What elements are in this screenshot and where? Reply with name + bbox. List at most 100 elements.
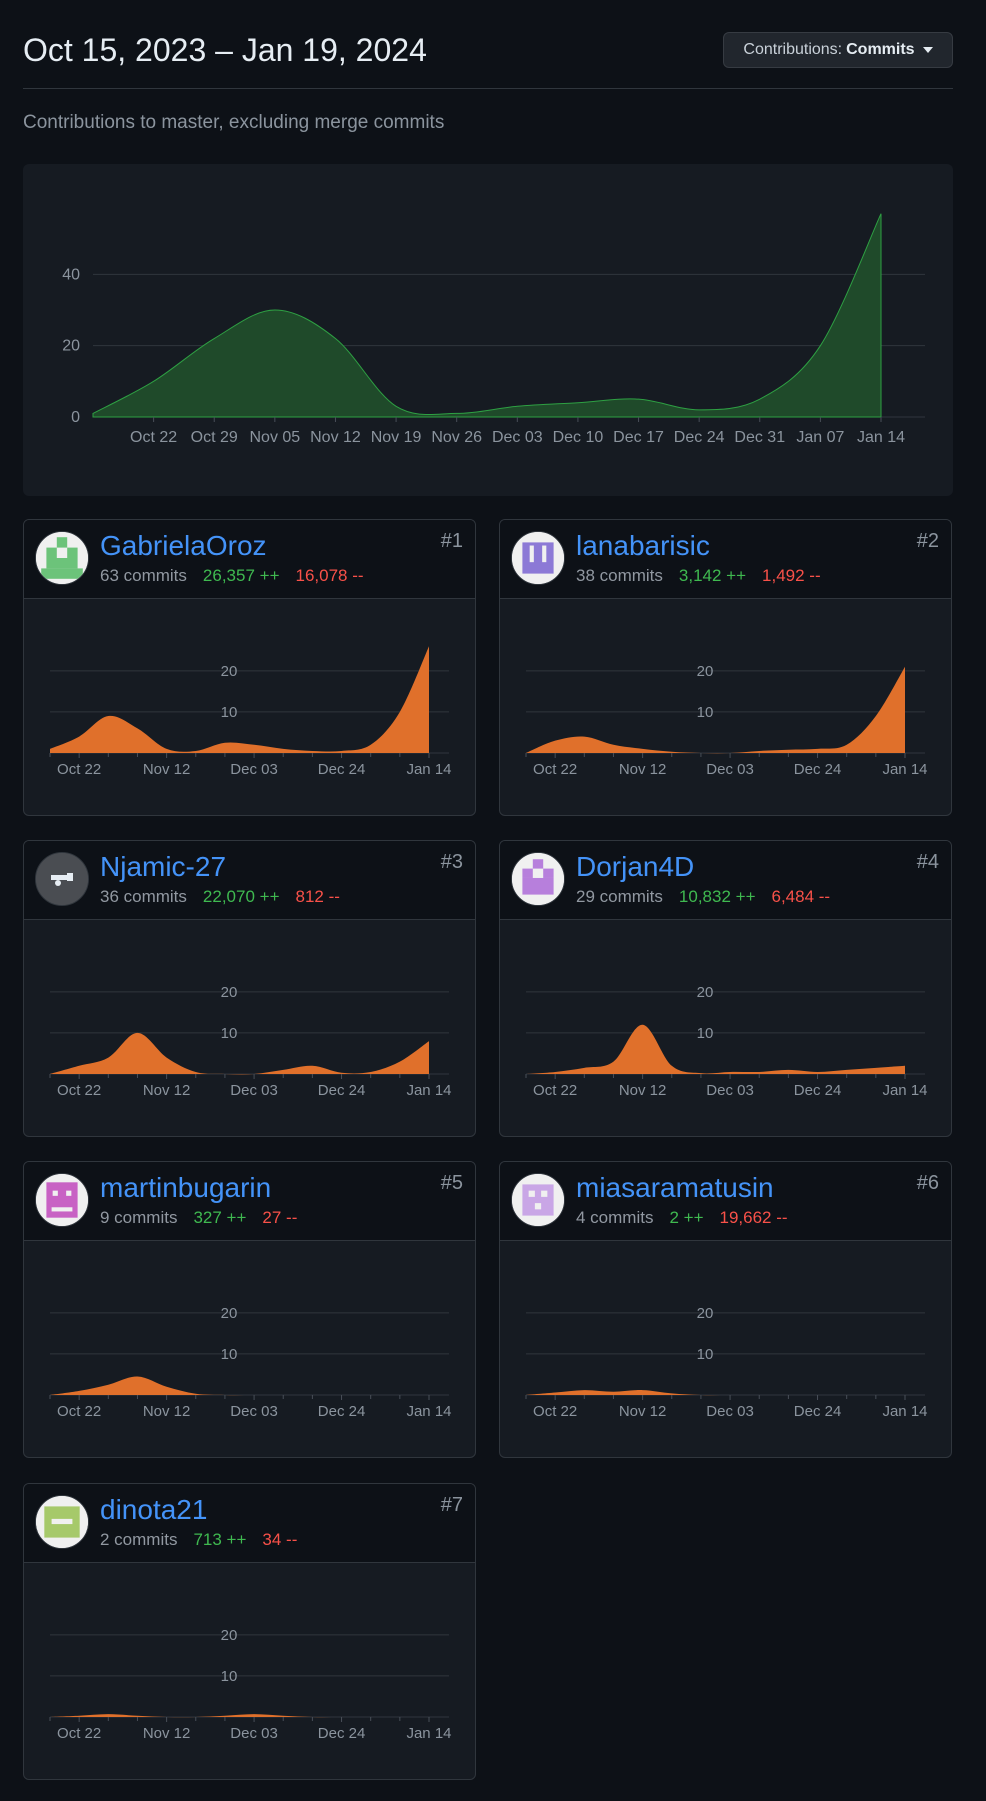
x-tick-label: Nov 19: [371, 429, 422, 446]
x-tick-label: Oct 29: [191, 429, 238, 446]
commit-count-link[interactable]: 9 commits: [100, 1208, 177, 1227]
x-tick-label: Nov 12: [143, 1725, 191, 1742]
commits-area-series: [526, 1024, 905, 1074]
commits-area-series: [526, 666, 905, 754]
contributor-header: Njamic-27 #3 36 commits 22,070 ++ 812 --: [24, 841, 475, 920]
contributor-card: Dorjan4D #4 29 commits 10,832 ++ 6,484 -- …: [499, 840, 952, 1137]
commits-area-series: [92, 213, 882, 418]
y-tick-label: 10: [221, 1025, 238, 1042]
x-tick-label: Oct 22: [130, 429, 177, 446]
x-tick-label: Jan 07: [796, 429, 844, 446]
contributor-card: lanabarisic #2 38 commits 3,142 ++ 1,492 -…: [499, 519, 952, 816]
x-tick-label: Dec 03: [230, 1403, 278, 1420]
contributor-name-link[interactable]: GabrielaOroz: [100, 530, 267, 562]
avatar[interactable]: [35, 531, 89, 585]
contributor-rank: #1: [440, 530, 463, 552]
commit-count-link[interactable]: 2 commits: [100, 1530, 177, 1549]
x-tick-label: Jan 14: [406, 761, 451, 778]
contributor-header: GabrielaOroz #1 63 commits 26,357 ++ 16,07…: [24, 520, 475, 599]
additions-count: 22,070 ++: [202, 887, 280, 906]
contributor-card: Njamic-27 #3 36 commits 22,070 ++ 812 -- 1…: [23, 840, 476, 1137]
x-tick-label: Oct 22: [533, 1403, 577, 1420]
y-tick-label: 20: [697, 1305, 714, 1322]
contributor-name-link[interactable]: lanabarisic: [576, 530, 710, 562]
additions-count: 2 ++: [669, 1208, 704, 1227]
y-tick-label: 20: [221, 984, 238, 1001]
contributor-header: martinbugarin #5 9 commits 327 ++ 27 --: [24, 1162, 475, 1241]
contributor-header: lanabarisic #2 38 commits 3,142 ++ 1,492 -…: [500, 520, 951, 599]
commits-area-series: [50, 1032, 429, 1075]
x-tick-label: Nov 12: [619, 761, 667, 778]
contributor-name-link[interactable]: Dorjan4D: [576, 851, 694, 883]
x-tick-label: Jan 14: [406, 1725, 451, 1742]
x-tick-label: Dec 24: [794, 761, 842, 778]
contributor-rank: #6: [916, 1172, 939, 1194]
commit-count-link[interactable]: 36 commits: [100, 887, 187, 906]
deletions-count: 812 --: [295, 887, 340, 906]
x-tick-label: Dec 03: [706, 1082, 754, 1099]
identicon-purple-w-icon: [512, 532, 564, 584]
y-tick-label: 10: [221, 1346, 238, 1363]
x-tick-label: Nov 12: [619, 1082, 667, 1099]
x-tick-label: Oct 22: [533, 1082, 577, 1099]
avatar[interactable]: [35, 1495, 89, 1549]
y-tick-label: 20: [697, 984, 714, 1001]
x-tick-label: Jan 14: [882, 1403, 927, 1420]
commit-count-link[interactable]: 4 commits: [576, 1208, 653, 1227]
commit-count-link[interactable]: 63 commits: [100, 566, 187, 585]
x-tick-label: Dec 03: [706, 761, 754, 778]
x-tick-label: Oct 22: [57, 761, 101, 778]
contributor-card: GabrielaOroz #1 63 commits 26,357 ++ 16,07…: [23, 519, 476, 816]
x-tick-label: Oct 22: [57, 1082, 101, 1099]
contributor-card: dinota21 #7 2 commits 713 ++ 34 -- 10 20 Oct…: [23, 1483, 476, 1780]
contributor-stats: 2 commits 713 ++ 34 --: [100, 1530, 297, 1550]
chart-subtitle: Contributions to master, excluding merge…: [23, 112, 445, 133]
commit-count-link[interactable]: 29 commits: [576, 887, 663, 906]
x-tick-label: Oct 22: [533, 761, 577, 778]
contributor-stats: 63 commits 26,357 ++ 16,078 --: [100, 566, 364, 586]
x-tick-label: Nov 12: [143, 1403, 191, 1420]
caret-down-icon: [922, 47, 933, 53]
contributor-stats: 38 commits 3,142 ++ 1,492 --: [576, 566, 821, 586]
contributor-name-link[interactable]: dinota21: [100, 1494, 207, 1526]
contributor-rank: #3: [440, 851, 463, 873]
contributor-stats: 29 commits 10,832 ++ 6,484 --: [576, 887, 830, 907]
contributor-header: miasaramatusin #6 4 commits 2 ++ 19,662 --: [500, 1162, 951, 1241]
x-tick-label: Nov 05: [249, 429, 300, 446]
x-tick-label: Dec 03: [230, 1725, 278, 1742]
avatar[interactable]: [35, 852, 89, 906]
identicon-lime-icon: [36, 1496, 88, 1548]
deletions-count: 27 --: [262, 1208, 298, 1227]
x-tick-label: Dec 24: [794, 1082, 842, 1099]
y-tick-label: 40: [62, 266, 80, 283]
commit-count-link[interactable]: 38 commits: [576, 566, 663, 585]
contributor-card: miasaramatusin #6 4 commits 2 ++ 19,662 --…: [499, 1161, 952, 1458]
contributor-rank: #7: [440, 1494, 463, 1516]
identicon-green-icon: [36, 532, 88, 584]
contributor-stats: 9 commits 327 ++ 27 --: [100, 1208, 297, 1228]
additions-count: 327 ++: [193, 1208, 247, 1227]
contributor-commits-chart: 10 20 Oct 22 Nov 12 Dec 03 Dec 24 Jan 14: [49, 984, 452, 1099]
contributions-dropdown[interactable]: Contributions: Commits: [723, 32, 953, 68]
main-commits-chart: 0 20 40 Oct 22 Oct 29 Nov 05 Nov 12 Nov 19 Nov 2…: [23, 164, 953, 496]
main-chart-svg: 0 20 40 Oct 22 Oct 29 Nov 05 Nov 12 Nov 19 Nov 2…: [62, 213, 925, 446]
additions-count: 10,832 ++: [678, 887, 756, 906]
avatar[interactable]: [511, 852, 565, 906]
additions-count: 3,142 ++: [678, 566, 747, 585]
additions-count: 713 ++: [193, 1530, 247, 1549]
contributor-name-link[interactable]: miasaramatusin: [576, 1172, 774, 1204]
additions-count: 26,357 ++: [202, 566, 280, 585]
avatar[interactable]: [511, 1173, 565, 1227]
avatar[interactable]: [511, 531, 565, 585]
x-tick-label: Dec 24: [318, 1403, 366, 1420]
x-tick-label: Jan 14: [406, 1082, 451, 1099]
contributor-name-link[interactable]: martinbugarin: [100, 1172, 271, 1204]
deletions-count: 34 --: [262, 1530, 298, 1549]
commits-area-series: [50, 646, 429, 753]
contributor-commits-chart: 10 20 Oct 22 Nov 12 Dec 03 Dec 24 Jan 14: [49, 646, 452, 778]
contributor-name-link[interactable]: Njamic-27: [100, 851, 226, 883]
x-tick-label: Jan 14: [406, 1403, 451, 1420]
contributor-commits-chart: 10 20 Oct 22 Nov 12 Dec 03 Dec 24 Jan 14: [525, 1305, 928, 1420]
x-tick-label: Jan 14: [857, 429, 905, 446]
avatar[interactable]: [35, 1173, 89, 1227]
